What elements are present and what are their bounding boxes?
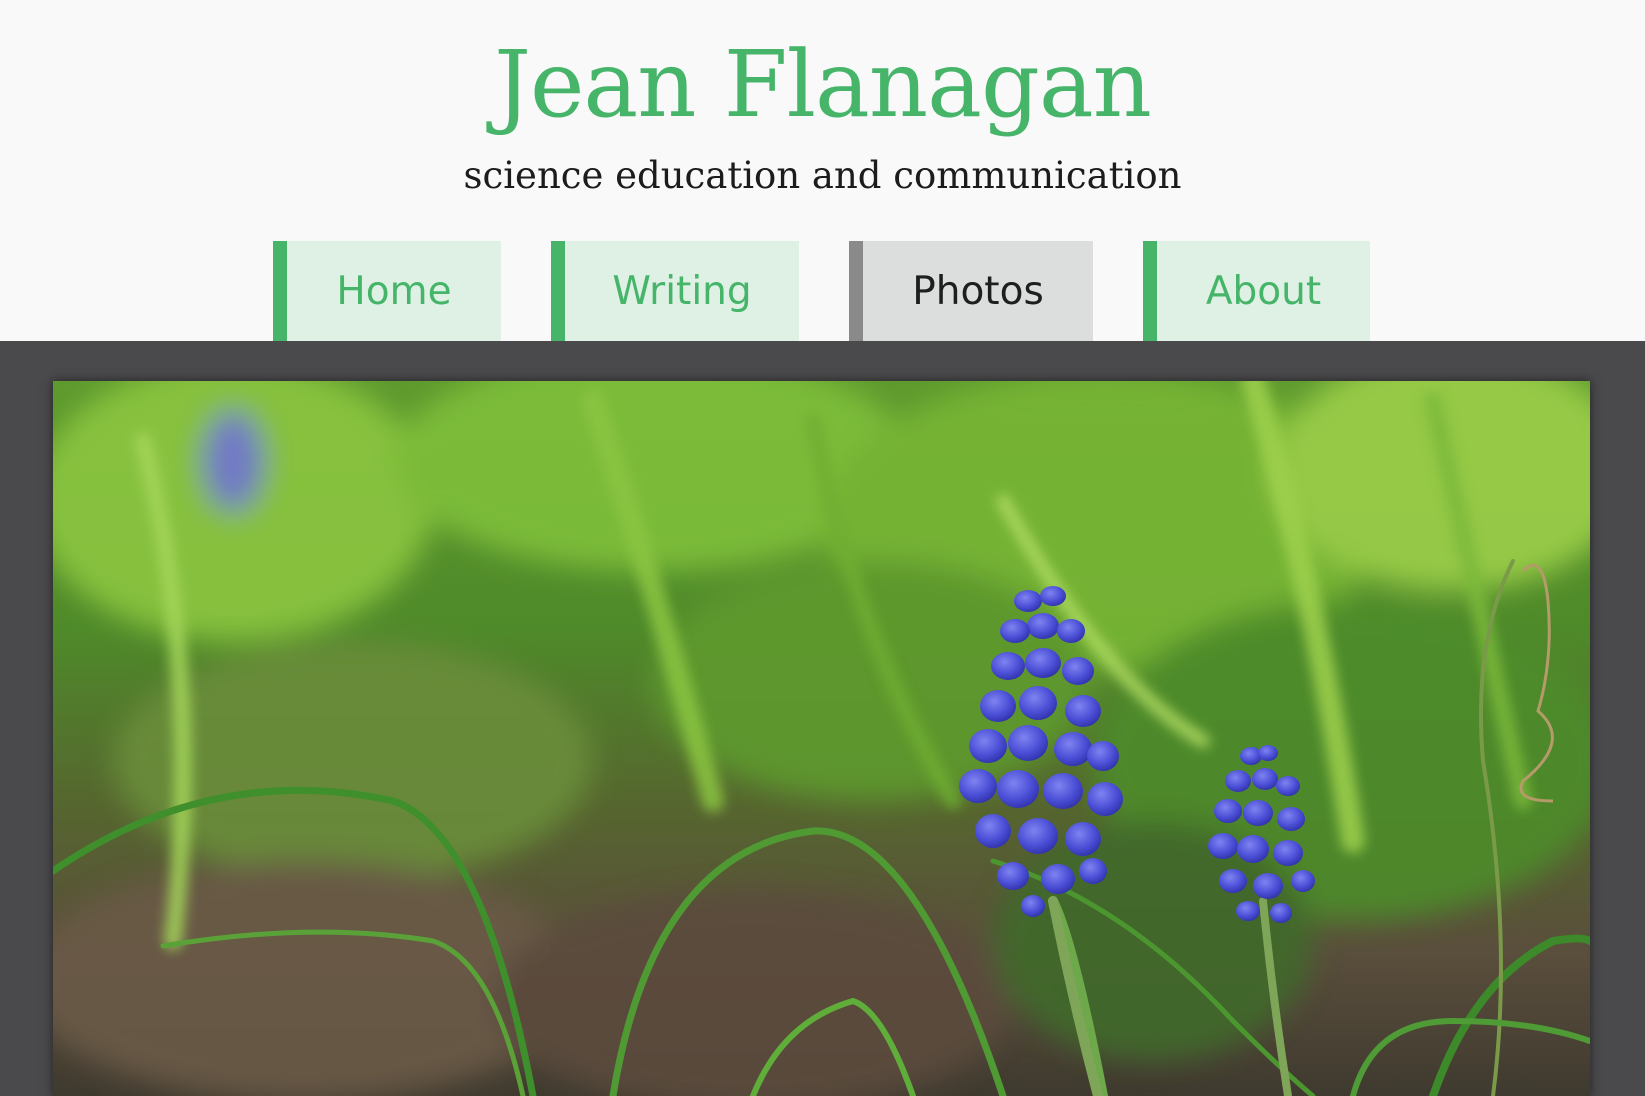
site-header: Jean Flanagan science education and comm… [0, 0, 1645, 341]
nav-item-writing[interactable]: Writing [551, 241, 799, 341]
nav-item-home[interactable]: Home [273, 241, 501, 341]
nav-item-about[interactable]: About [1143, 241, 1370, 341]
nav-item-label: Writing [612, 268, 752, 314]
flower-photo-image [53, 381, 1590, 1096]
featured-photo[interactable] [53, 381, 1590, 1096]
site-tagline: science education and communication [463, 154, 1182, 197]
nav-item-photos[interactable]: Photos [849, 241, 1093, 341]
nav-item-label: Photos [912, 268, 1044, 314]
nav-item-label: About [1205, 268, 1322, 314]
nav-item-label: Home [336, 268, 452, 314]
site-title[interactable]: Jean Flanagan [0, 22, 1645, 148]
main-content [0, 341, 1645, 1096]
